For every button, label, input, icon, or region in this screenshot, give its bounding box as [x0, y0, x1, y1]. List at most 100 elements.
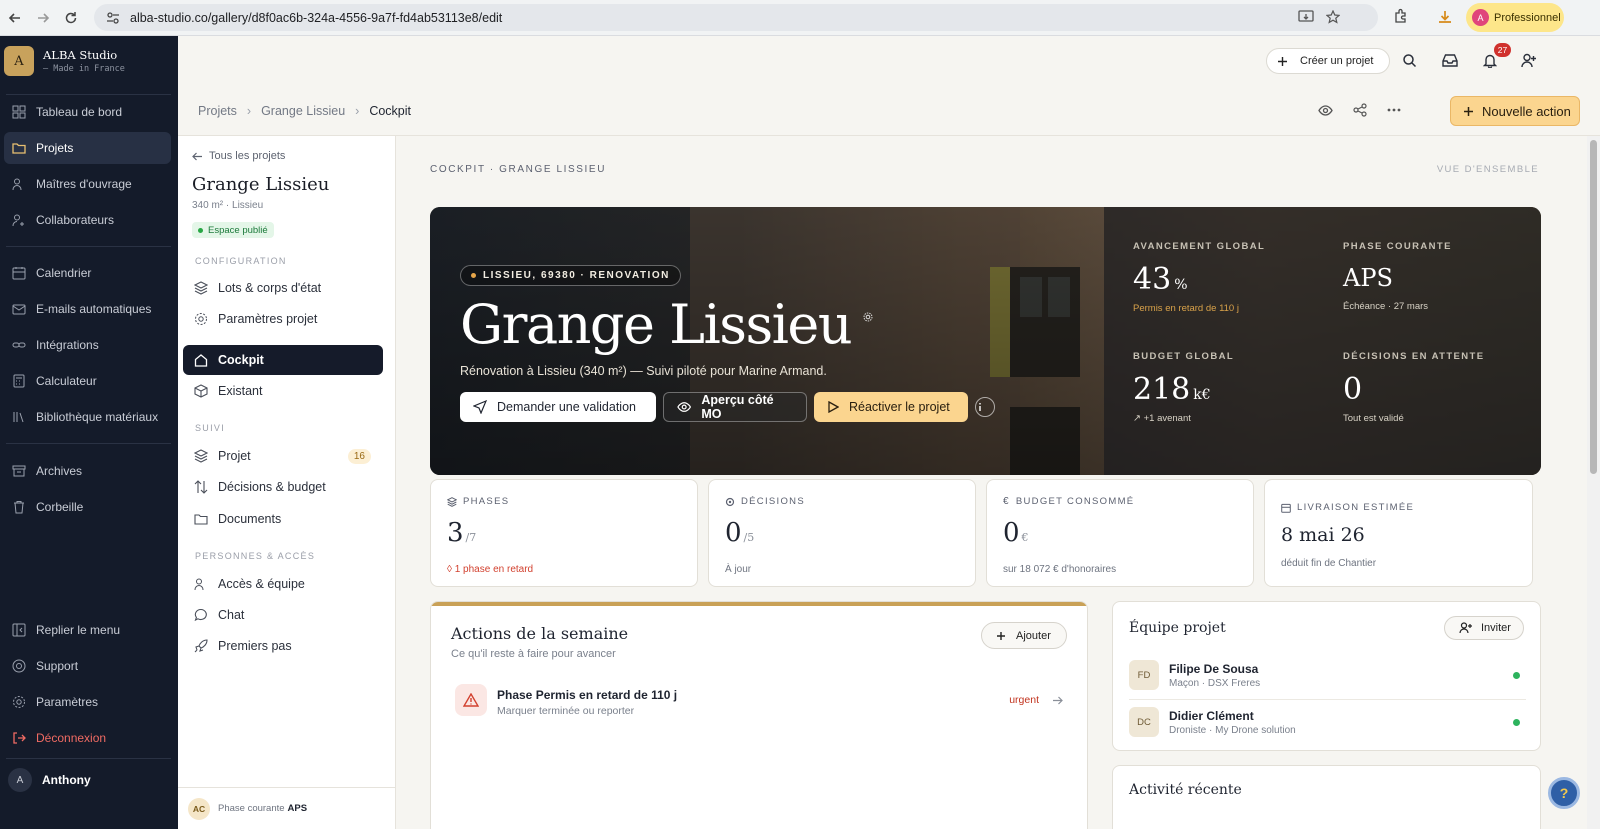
sidebar-item-calendrier[interactable]: Calendrier — [4, 257, 171, 289]
kpi-budget[interactable]: € BUDGET CONSOMMÉ 0 € sur 18 072 € d'honor… — [986, 479, 1254, 587]
reload-icon[interactable] — [58, 5, 84, 31]
nav-decisions-budget[interactable]: Décisions & budget — [183, 472, 383, 502]
nav-label: Chat — [218, 608, 245, 622]
sidebar-item-calculateur[interactable]: Calculateur — [4, 365, 171, 397]
support-button[interactable]: Support — [4, 650, 171, 682]
kpi-phases[interactable]: PHASES 3/7 ◊ 1 phase en retard — [430, 479, 698, 587]
sidebar-item-corbeille[interactable]: Corbeille — [4, 491, 171, 523]
add-user-icon[interactable] — [1521, 53, 1537, 68]
sidebar-item-archives[interactable]: Archives — [4, 455, 171, 487]
add-user-icon — [1459, 622, 1472, 634]
breadcrumb-project[interactable]: Grange Lissieu — [261, 104, 345, 118]
nav-projet[interactable]: Projet 16 — [183, 441, 383, 471]
stat-note: ↗ +1 avenant — [1133, 413, 1191, 424]
site-settings-icon[interactable] — [106, 11, 120, 24]
request-validation-label: Demander une validation — [497, 400, 636, 414]
sidebar-item-projets[interactable]: Projets — [4, 132, 171, 164]
kpi-label: € BUDGET CONSOMMÉ — [1003, 496, 1134, 507]
profile-button[interactable]: A Professionnel — [1466, 3, 1564, 32]
nav-premiers-pas[interactable]: Premiers pas — [183, 631, 383, 661]
invite-button[interactable]: Inviter — [1444, 616, 1524, 640]
nav-acces-equipe[interactable]: Accès & équipe — [183, 569, 383, 599]
kpi-label: LIVRAISON ESTIMÉE — [1281, 502, 1414, 513]
online-status-dot — [1513, 719, 1520, 726]
sidebar-item-maitres-ouvrage[interactable]: Maîtres d'ouvrage — [4, 168, 171, 200]
nav-existant[interactable]: Existant — [183, 376, 383, 406]
forward-icon[interactable] — [30, 5, 56, 31]
nav-parametres-projet[interactable]: Paramètres projet — [183, 304, 383, 334]
preview-mo-button[interactable]: Aperçu côté MO — [663, 392, 807, 422]
logout-button[interactable]: Déconnexion — [4, 722, 171, 754]
stat-note: Permis en retard de 110 j — [1133, 303, 1239, 314]
calculator-icon — [13, 374, 25, 388]
add-action-button[interactable]: Ajouter — [981, 622, 1067, 649]
nav-chat[interactable]: Chat — [183, 600, 383, 630]
share-icon[interactable] — [1353, 103, 1367, 117]
invite-label: Inviter — [1481, 622, 1511, 634]
warning-icon — [455, 684, 487, 716]
sidebar-divider — [6, 94, 171, 95]
hero-subtitle: Rénovation à Lissieu (340 m²) — Suivi pi… — [460, 364, 827, 378]
download-icon[interactable] — [1437, 9, 1453, 25]
back-to-projects-link[interactable]: Tous les projets — [192, 150, 285, 162]
sidebar-item-integrations[interactable]: Intégrations — [4, 329, 171, 361]
section-suivi: SUIVI — [195, 423, 226, 433]
eye-icon[interactable] — [1318, 104, 1333, 117]
nav-label: Lots & corps d'état — [218, 281, 322, 295]
list-item[interactable]: Phase Permis en retard de 110 j Marquer … — [455, 684, 1067, 720]
sidebar-item-label: Archives — [36, 464, 83, 478]
back-label: Tous les projets — [209, 150, 286, 162]
bookmark-star-icon[interactable] — [1326, 10, 1340, 24]
create-project-button[interactable]: Créer un projet — [1266, 48, 1390, 74]
notification-count-badge: 27 — [1494, 43, 1511, 57]
avatar: DC — [1129, 707, 1159, 737]
request-validation-button[interactable]: Demander une validation — [460, 392, 656, 422]
sidebar-item-collaborateurs[interactable]: Collaborateurs — [4, 204, 171, 236]
sidebar-item-label: Corbeille — [36, 500, 84, 514]
inbox-icon[interactable] — [1442, 53, 1458, 68]
team-member-row[interactable]: DC Didier Clément Droniste · My Drone so… — [1129, 705, 1526, 747]
reactivate-project-button[interactable]: Réactiver le projet — [814, 392, 968, 422]
breadcrumb-projets[interactable]: Projets — [198, 104, 237, 118]
user-key-icon — [12, 214, 24, 227]
extensions-icon[interactable] — [1393, 8, 1409, 24]
user-menu[interactable]: A Anthony — [8, 768, 91, 792]
layers-icon — [447, 496, 457, 507]
count-badge: 16 — [347, 448, 371, 464]
nav-documents[interactable]: Documents — [183, 504, 383, 534]
new-action-button[interactable]: Nouvelle action — [1450, 96, 1580, 126]
collapse-menu-button[interactable]: Replier le menu — [4, 614, 171, 646]
arrow-right-icon[interactable] — [1052, 696, 1063, 705]
sidebar-item-emails[interactable]: E-mails automatiques — [4, 293, 171, 325]
layers-icon — [194, 449, 208, 463]
nav-cockpit[interactable]: Cockpit — [183, 345, 383, 375]
install-app-icon[interactable] — [1298, 10, 1314, 24]
create-project-label: Créer un projet — [1300, 55, 1374, 67]
kpi-unit: € — [1021, 531, 1029, 544]
kpi-value: 0 € — [1003, 518, 1029, 548]
browser-chrome: alba-studio.co/gallery/d8f0ac6b-324a-455… — [0, 0, 1600, 36]
brand[interactable]: A ALBA Studio — Made in France — [4, 46, 125, 76]
back-icon[interactable] — [2, 5, 28, 31]
team-member-row[interactable]: FD Filipe De Sousa Maçon · DSX Freres — [1129, 658, 1526, 700]
kpi-decisions[interactable]: DÉCISIONS 0/5 À jour — [708, 479, 976, 587]
project-panel: Tous les projets Grange Lissieu 340 m² ·… — [178, 136, 396, 829]
nav-lots[interactable]: Lots & corps d'état — [183, 273, 383, 303]
more-options-icon[interactable] — [1387, 108, 1401, 112]
view-label[interactable]: VUE D'ENSEMBLE — [1437, 164, 1539, 175]
info-icon[interactable] — [975, 397, 995, 417]
scrollbar-thumb[interactable] — [1590, 140, 1597, 474]
bell-icon[interactable] — [1483, 53, 1497, 68]
main-content: COCKPIT · GRANGE LISSIEU VUE D'ENSEMBLE — [396, 136, 1586, 829]
sidebar-item-dashboard[interactable]: Tableau de bord — [4, 96, 171, 128]
kpi-value: 0/5 — [725, 518, 754, 548]
logout-icon — [13, 732, 26, 744]
settings-button[interactable]: Paramètres — [4, 686, 171, 718]
search-icon[interactable] — [1402, 53, 1417, 68]
address-bar[interactable]: alba-studio.co/gallery/d8f0ac6b-324a-455… — [94, 4, 1378, 31]
users-icon — [12, 178, 22, 191]
sidebar-item-bibliotheque[interactable]: Bibliothèque matériaux — [4, 401, 171, 433]
kpi-livraison[interactable]: LIVRAISON ESTIMÉE 8 mai 26 déduit fin de… — [1264, 479, 1533, 587]
url-text[interactable]: alba-studio.co/gallery/d8f0ac6b-324a-455… — [130, 11, 502, 25]
help-button[interactable]: ? — [1548, 777, 1580, 809]
